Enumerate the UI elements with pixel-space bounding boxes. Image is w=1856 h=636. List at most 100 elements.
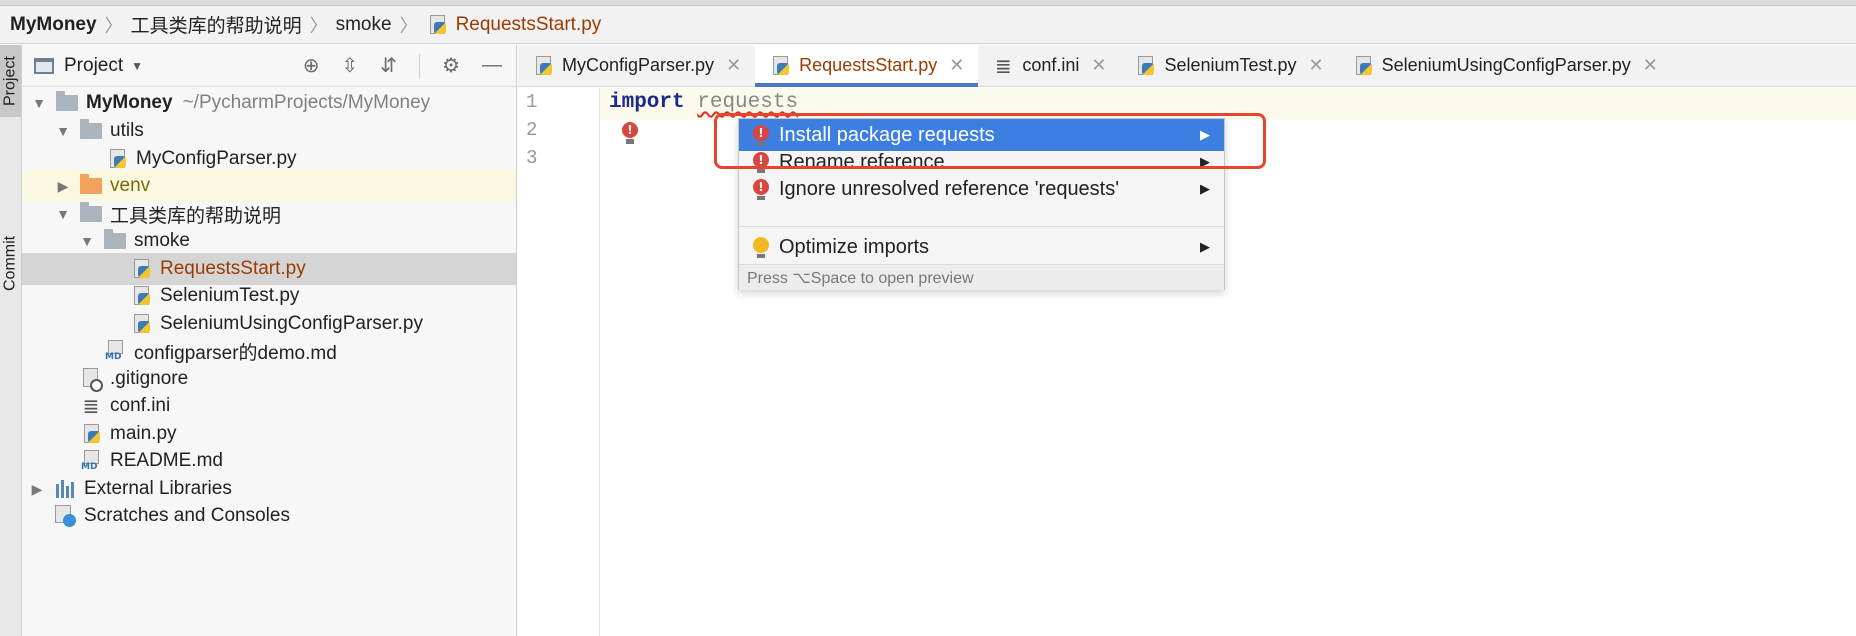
expanded-arrow-icon[interactable]: ▼ [54, 206, 72, 222]
code-line-1[interactable]: import requests [609, 91, 798, 114]
library-icon [54, 478, 76, 500]
commit-tool-label: Commit [1, 235, 19, 291]
breadcrumb-label: RequestsStart.py [455, 13, 602, 35]
project-panel-title[interactable]: Project [64, 55, 123, 77]
breadcrumb: MyMoney 〉 工具类库的帮助说明 〉 smoke 〉 RequestsSt… [0, 6, 1856, 44]
hide-panel-icon[interactable]: — [482, 54, 502, 77]
unresolved-module[interactable]: requests [697, 91, 798, 114]
popup-hint: Press ⌥Space to open preview [739, 264, 1224, 290]
folder-icon [80, 202, 102, 225]
tree-item-label: smoke [134, 230, 190, 251]
collapsed-arrow-icon[interactable]: ▶ [28, 481, 46, 498]
tool-window-strip: Project Commit [0, 45, 22, 636]
folder-icon [104, 229, 126, 252]
expanded-arrow-icon[interactable]: ▼ [78, 233, 96, 249]
python-file-icon [532, 55, 554, 77]
tab-myconfigparser[interactable]: MyConfigParser.py ✕ [518, 45, 755, 86]
project-tool-label: Project [1, 56, 19, 106]
dropdown-arrow-icon[interactable]: ▼ [131, 59, 143, 73]
expanded-arrow-icon[interactable]: ▼ [54, 123, 72, 139]
config-file-icon: ≣ [994, 53, 1012, 78]
tree-item-label: utils [110, 120, 144, 141]
submenu-arrow-icon[interactable]: ▶ [1200, 239, 1210, 255]
tree-item-label: Scratches and Consoles [84, 505, 290, 526]
close-icon[interactable]: ✕ [1309, 55, 1324, 76]
close-icon[interactable]: ✕ [1091, 55, 1106, 76]
chevron-right-icon: 〉 [104, 15, 123, 36]
folder-icon [80, 119, 102, 142]
python-file-icon [130, 313, 152, 335]
menu-item-label: Optimize imports [779, 235, 930, 258]
tree-item-label: .gitignore [110, 368, 189, 389]
ignore-file-icon [80, 368, 103, 392]
tab-label: conf.ini [1022, 55, 1080, 75]
breadcrumb-project[interactable]: MyMoney 〉 [10, 12, 131, 38]
tree-item-label: SeleniumUsingConfigParser.py [160, 313, 423, 334]
tab-requestsstart[interactable]: RequestsStart.py ✕ [755, 45, 979, 87]
tree-item-scratches[interactable]: Scratches and Consoles [22, 500, 516, 532]
folder-icon [56, 91, 78, 114]
python-file-icon [106, 148, 128, 170]
line-number: 2 [526, 119, 538, 141]
collapse-all-icon[interactable]: ⇵ [380, 53, 397, 78]
close-icon[interactable]: ✕ [726, 55, 741, 76]
tree-item-label: 工具类库的帮助说明 [110, 205, 282, 227]
breadcrumb-label: MyMoney [10, 13, 97, 35]
breadcrumb-folder[interactable]: 工具类库的帮助说明 〉 [131, 11, 336, 38]
python-file-icon [130, 258, 152, 280]
editor-tabs: MyConfigParser.py ✕ RequestsStart.py ✕ ≣… [518, 45, 1856, 87]
python-file-icon [769, 55, 791, 77]
tree-item-label: README.md [110, 450, 223, 471]
tab-conf-ini[interactable]: ≣ conf.ini ✕ [978, 45, 1120, 86]
collapsed-arrow-icon[interactable]: ▶ [54, 178, 72, 195]
tree-item-label: conf.ini [110, 395, 171, 416]
tree-item-label: main.py [110, 423, 177, 444]
chevron-right-icon: 〉 [399, 15, 418, 36]
submenu-arrow-icon[interactable]: ▶ [1200, 181, 1210, 197]
tree-item-label: MyConfigParser.py [136, 148, 297, 169]
tab-seleniumusingconfigparser[interactable]: SeleniumUsingConfigParser.py ✕ [1338, 45, 1672, 86]
markdown-file-icon [104, 340, 126, 362]
menu-item-optimize-imports[interactable]: Optimize imports ▶ [739, 231, 1224, 263]
breadcrumb-label: 工具类库的帮助说明 [130, 16, 302, 37]
excluded-folder-icon [80, 174, 102, 197]
error-intention-bulb-icon[interactable]: ! [622, 122, 638, 146]
tree-item-label: RequestsStart.py [160, 258, 306, 279]
gear-icon[interactable]: ⚙ [442, 53, 460, 78]
header-divider [419, 53, 421, 78]
tree-item-path: ~/PycharmProjects/MyMoney [182, 92, 431, 113]
commit-tool-button[interactable]: Commit [0, 217, 21, 309]
expanded-arrow-icon[interactable]: ▼ [30, 95, 48, 111]
project-panel: Project ▼ ⊕ ⇳ ⇵ ⚙ — ▼ MyMoney ~/PycharmP… [22, 45, 517, 636]
breadcrumb-label: smoke [335, 13, 392, 35]
scratches-icon [54, 505, 76, 527]
error-bulb-icon [753, 179, 769, 200]
python-file-icon [1134, 55, 1156, 77]
tab-label: SeleniumUsingConfigParser.py [1381, 55, 1631, 75]
expand-all-icon[interactable]: ⇳ [342, 53, 359, 78]
annotation-highlight-box [714, 113, 1266, 169]
menu-item-label: Ignore unresolved reference 'requests' [779, 177, 1120, 200]
close-icon[interactable]: ✕ [949, 55, 964, 76]
markdown-file-icon [80, 450, 102, 472]
python-file-icon [80, 423, 102, 445]
python-file-icon [1352, 55, 1374, 77]
tab-label: MyConfigParser.py [562, 55, 715, 75]
code-keyword: import [609, 91, 685, 114]
tree-item-label: venv [110, 175, 151, 196]
close-icon[interactable]: ✕ [1643, 55, 1658, 76]
line-number: 1 [526, 91, 538, 113]
project-tool-button[interactable]: Project [0, 45, 21, 117]
breadcrumb-subfolder[interactable]: smoke 〉 [336, 12, 426, 38]
config-file-icon: ≣ [82, 394, 100, 418]
menu-item-ignore-reference[interactable]: Ignore unresolved reference 'requests' ▶ [739, 173, 1224, 205]
project-panel-header: Project ▼ ⊕ ⇳ ⇵ ⚙ — [22, 45, 516, 87]
tab-seleniumtest[interactable]: SeleniumTest.py ✕ [1120, 45, 1337, 86]
breadcrumb-file[interactable]: RequestsStart.py [426, 13, 602, 36]
locate-file-icon[interactable]: ⊕ [303, 53, 320, 78]
python-file-icon [130, 285, 152, 307]
tree-item-label: configparser的demo.md [134, 342, 337, 364]
tab-label: SeleniumTest.py [1164, 55, 1297, 75]
tab-label: RequestsStart.py [799, 55, 938, 75]
python-file-icon [426, 14, 448, 36]
